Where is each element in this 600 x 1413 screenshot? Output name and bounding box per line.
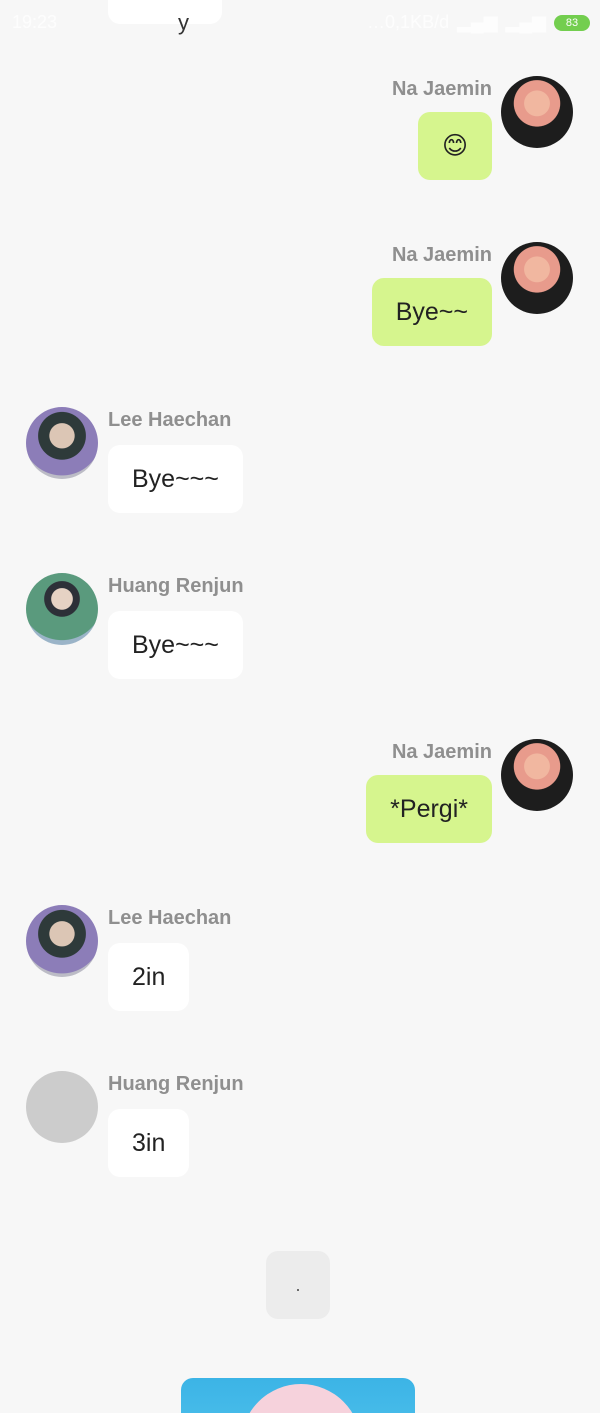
message-bubble[interactable]: 2in [108, 943, 190, 1011]
message-bubble[interactable]: Bye~~~ [108, 611, 243, 679]
status-bar: 19:23 …0,1KB/d ▂▄▆ ▂▄▆ 83 [0, 0, 600, 44]
photo-thumbnail [241, 1384, 361, 1413]
haechan-avatar[interactable] [26, 905, 98, 977]
haechan-avatar[interactable] [26, 407, 98, 479]
chat-message: Na Jaemin Bye~~ [0, 232, 600, 362]
message-bubble[interactable]: Bye~~ [371, 278, 492, 346]
jaemin-avatar[interactable] [501, 76, 573, 148]
sender-name: Lee Haechan [108, 907, 232, 929]
jaemin-avatar[interactable] [501, 242, 573, 314]
chat-message: Huang Renjun 3in [0, 1063, 600, 1193]
dot-message-card[interactable]: . [266, 1251, 330, 1319]
sender-name: Huang Renjun [108, 1073, 244, 1095]
previous-message-text: y [178, 10, 189, 35]
message-bubble[interactable]: 3in [108, 1109, 190, 1177]
sender-name: Na Jaemin [391, 78, 492, 100]
status-time: 19:23 [12, 12, 58, 32]
message-bubble[interactable]: 😊 [417, 112, 492, 180]
chat-message: Lee Haechan 2in [0, 897, 600, 1027]
sender-name: Na Jaemin [391, 741, 492, 763]
empty-avatar[interactable] [26, 1071, 98, 1143]
sender-name: Na Jaemin [391, 244, 492, 266]
signal-icon-2: ▂▄▆ [505, 12, 546, 32]
sender-name: Lee Haechan [108, 409, 232, 431]
image-message-card[interactable] [181, 1378, 415, 1413]
message-bubble[interactable]: *Pergi* [366, 775, 492, 843]
network-speed: …0,1KB/d [367, 12, 450, 32]
sender-name: Huang Renjun [108, 575, 244, 597]
battery-icon: 83 [554, 14, 590, 31]
signal-icon: ▂▄▆ [457, 12, 498, 32]
jaemin-avatar[interactable] [501, 739, 573, 811]
chat-message: Lee Haechan Bye~~~ [0, 399, 600, 529]
status-icons: …0,1KB/d ▂▄▆ ▂▄▆ 83 [367, 12, 590, 33]
message-bubble[interactable]: Bye~~~ [108, 445, 243, 513]
chat-message: Na Jaemin 😊 [0, 66, 600, 196]
previous-message-bubble[interactable] [108, 0, 222, 24]
chat-message: Na Jaemin *Pergi* [0, 729, 600, 859]
renjun-avatar[interactable] [26, 573, 98, 645]
chat-message: Huang Renjun Bye~~~ [0, 565, 600, 695]
